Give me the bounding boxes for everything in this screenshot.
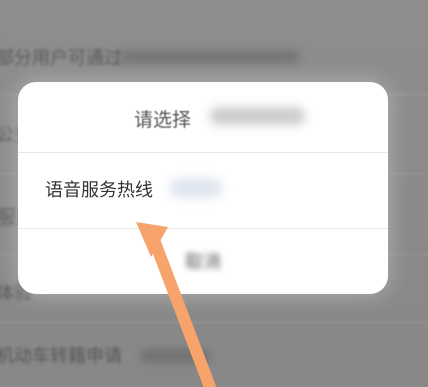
dialog-divider	[18, 228, 388, 229]
background-item-label: 机动车转籍申请	[0, 346, 122, 367]
cancel-button[interactable]: 取消	[168, 248, 238, 278]
dialog-title: 请选择	[134, 109, 192, 131]
option-label: 语音服务热线	[45, 180, 153, 201]
voice-service-hotline-option[interactable]: 语音服务热线	[18, 152, 388, 228]
select-dialog: 请选择 语音服务热线 取消	[18, 82, 388, 294]
background-item-label: 部分用户可通过	[0, 48, 122, 69]
background-divider	[0, 322, 428, 323]
option-blurred-number	[170, 178, 222, 198]
dialog-title-blurred-text	[210, 107, 305, 125]
background-blurred-text	[140, 349, 210, 363]
background-blurred-text	[120, 50, 300, 64]
